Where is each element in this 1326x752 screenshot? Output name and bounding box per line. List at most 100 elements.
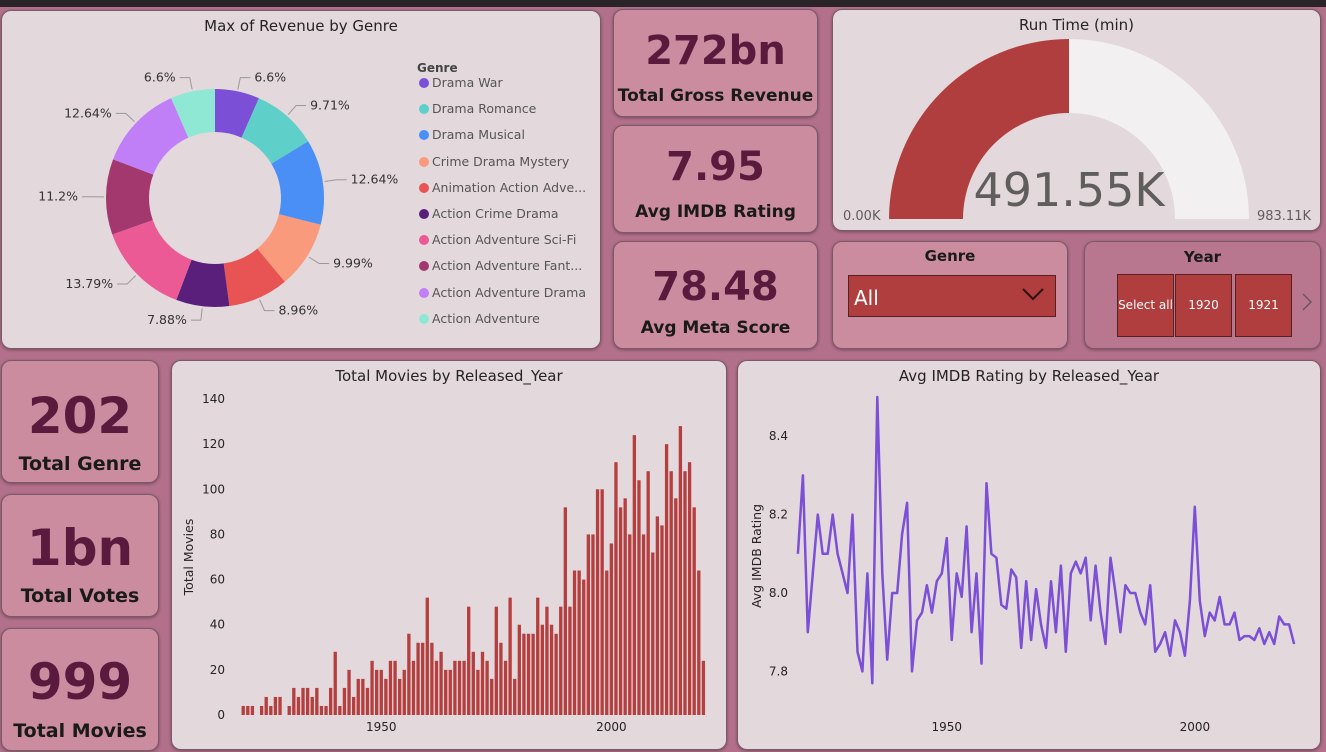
legend-item[interactable]: Action Crime Drama xyxy=(419,206,559,221)
bar[interactable] xyxy=(531,633,535,715)
bar[interactable] xyxy=(572,570,577,715)
bar[interactable] xyxy=(241,705,245,715)
donut-slice[interactable] xyxy=(112,220,192,300)
bar[interactable] xyxy=(595,489,600,715)
bar[interactable] xyxy=(545,606,549,715)
bar[interactable] xyxy=(315,687,319,715)
bar[interactable] xyxy=(351,696,356,715)
bar[interactable] xyxy=(678,426,683,715)
bar[interactable] xyxy=(296,696,301,715)
bar[interactable] xyxy=(591,534,595,715)
bar[interactable] xyxy=(632,435,637,715)
bar[interactable] xyxy=(660,525,664,715)
bar[interactable] xyxy=(278,696,282,715)
bar[interactable] xyxy=(356,678,360,715)
bar[interactable] xyxy=(411,660,416,715)
bar[interactable] xyxy=(536,597,540,715)
bar[interactable] xyxy=(522,633,526,715)
bar[interactable] xyxy=(563,507,567,715)
legend-item[interactable]: Drama Romance xyxy=(419,101,536,116)
movies-by-year-chart[interactable]: 0 20 40 60 80 100 120 140 1950 2000 Total Movies xyxy=(172,361,727,750)
bar[interactable] xyxy=(701,660,706,715)
bar[interactable] xyxy=(526,633,531,715)
bar[interactable] xyxy=(692,507,696,715)
bar[interactable] xyxy=(687,462,692,715)
revenue-donut-chart[interactable]: 6.6% 9.71% 12.64% 9.99% 8.96% 7.88% 13.79% 11.2… xyxy=(2,11,402,349)
bar[interactable] xyxy=(305,687,310,715)
bar[interactable] xyxy=(379,669,383,715)
bar[interactable] xyxy=(605,570,609,715)
bar[interactable] xyxy=(554,633,558,715)
bar[interactable] xyxy=(651,552,655,715)
imdb-series-line[interactable] xyxy=(796,395,1296,685)
bar[interactable] xyxy=(292,687,296,715)
legend-item[interactable]: Drama Musical xyxy=(419,127,525,142)
bar[interactable] xyxy=(425,597,429,715)
bar[interactable] xyxy=(628,534,632,715)
bar[interactable] xyxy=(508,597,512,715)
bar[interactable] xyxy=(637,480,641,715)
bar[interactable] xyxy=(674,498,678,715)
bar[interactable] xyxy=(623,498,627,715)
bar[interactable] xyxy=(540,624,544,715)
bar[interactable] xyxy=(264,696,268,715)
bar[interactable] xyxy=(614,462,618,715)
bar[interactable] xyxy=(480,651,485,715)
bar[interactable] xyxy=(421,642,425,715)
bar[interactable] xyxy=(485,660,489,715)
bar[interactable] xyxy=(310,696,314,715)
legend-item[interactable]: Action Adventure Sci-Fi xyxy=(419,232,576,247)
legend-item[interactable]: Action Adventure Fant... xyxy=(419,258,582,273)
bar[interactable] xyxy=(398,678,402,715)
bar[interactable] xyxy=(444,669,448,715)
bar[interactable] xyxy=(273,696,278,715)
chevron-right-icon[interactable] xyxy=(1301,292,1313,312)
bar[interactable] xyxy=(457,660,462,715)
year-1921-button[interactable]: 1921 xyxy=(1235,274,1292,337)
bar[interactable] xyxy=(467,606,471,715)
legend-item[interactable]: Drama War xyxy=(419,75,503,90)
bar[interactable] xyxy=(342,687,347,715)
bar[interactable] xyxy=(319,705,324,715)
bar[interactable] xyxy=(388,660,393,715)
bar[interactable] xyxy=(402,669,406,715)
legend-item[interactable]: Action Adventure Drama xyxy=(419,285,586,300)
legend-item[interactable]: Action Adventure xyxy=(419,311,540,326)
bar[interactable] xyxy=(430,642,434,715)
bar[interactable] xyxy=(499,642,503,715)
bar[interactable] xyxy=(370,660,374,715)
bar[interactable] xyxy=(328,687,333,715)
bar[interactable] xyxy=(384,678,388,715)
bar[interactable] xyxy=(246,705,250,715)
bar[interactable] xyxy=(697,570,701,715)
bar[interactable] xyxy=(582,579,586,715)
bar[interactable] xyxy=(416,642,420,715)
bar[interactable] xyxy=(664,444,669,715)
bar[interactable] xyxy=(361,678,365,715)
bar[interactable] xyxy=(577,570,581,715)
bar[interactable] xyxy=(448,669,452,715)
runtime-gauge[interactable]: 491.55K 0.00K 983.11K xyxy=(833,10,1321,231)
bar[interactable] xyxy=(439,651,443,715)
bar[interactable] xyxy=(434,660,439,715)
bar[interactable] xyxy=(641,534,646,715)
genre-dropdown[interactable]: All xyxy=(848,275,1056,317)
bar[interactable] xyxy=(586,534,591,715)
bar[interactable] xyxy=(494,606,498,715)
bar[interactable] xyxy=(365,687,370,715)
bar[interactable] xyxy=(250,705,255,715)
year-select-all-button[interactable]: Select all xyxy=(1117,274,1174,337)
year-1920-button[interactable]: 1920 xyxy=(1175,274,1232,337)
bar[interactable] xyxy=(471,651,475,715)
bar[interactable] xyxy=(338,705,342,715)
imdb-by-year-chart[interactable]: 7.8 8.0 8.2 8.4 1950 2000 Avg IMDB Rating xyxy=(738,361,1321,750)
bar[interactable] xyxy=(287,705,291,715)
bar[interactable] xyxy=(453,660,457,715)
bar[interactable] xyxy=(683,471,687,715)
bar[interactable] xyxy=(324,705,328,715)
bar[interactable] xyxy=(568,606,572,715)
legend-item[interactable]: Crime Drama Mystery xyxy=(419,154,569,169)
bar[interactable] xyxy=(259,705,264,715)
bar[interactable] xyxy=(347,669,351,715)
bar[interactable] xyxy=(600,489,604,715)
